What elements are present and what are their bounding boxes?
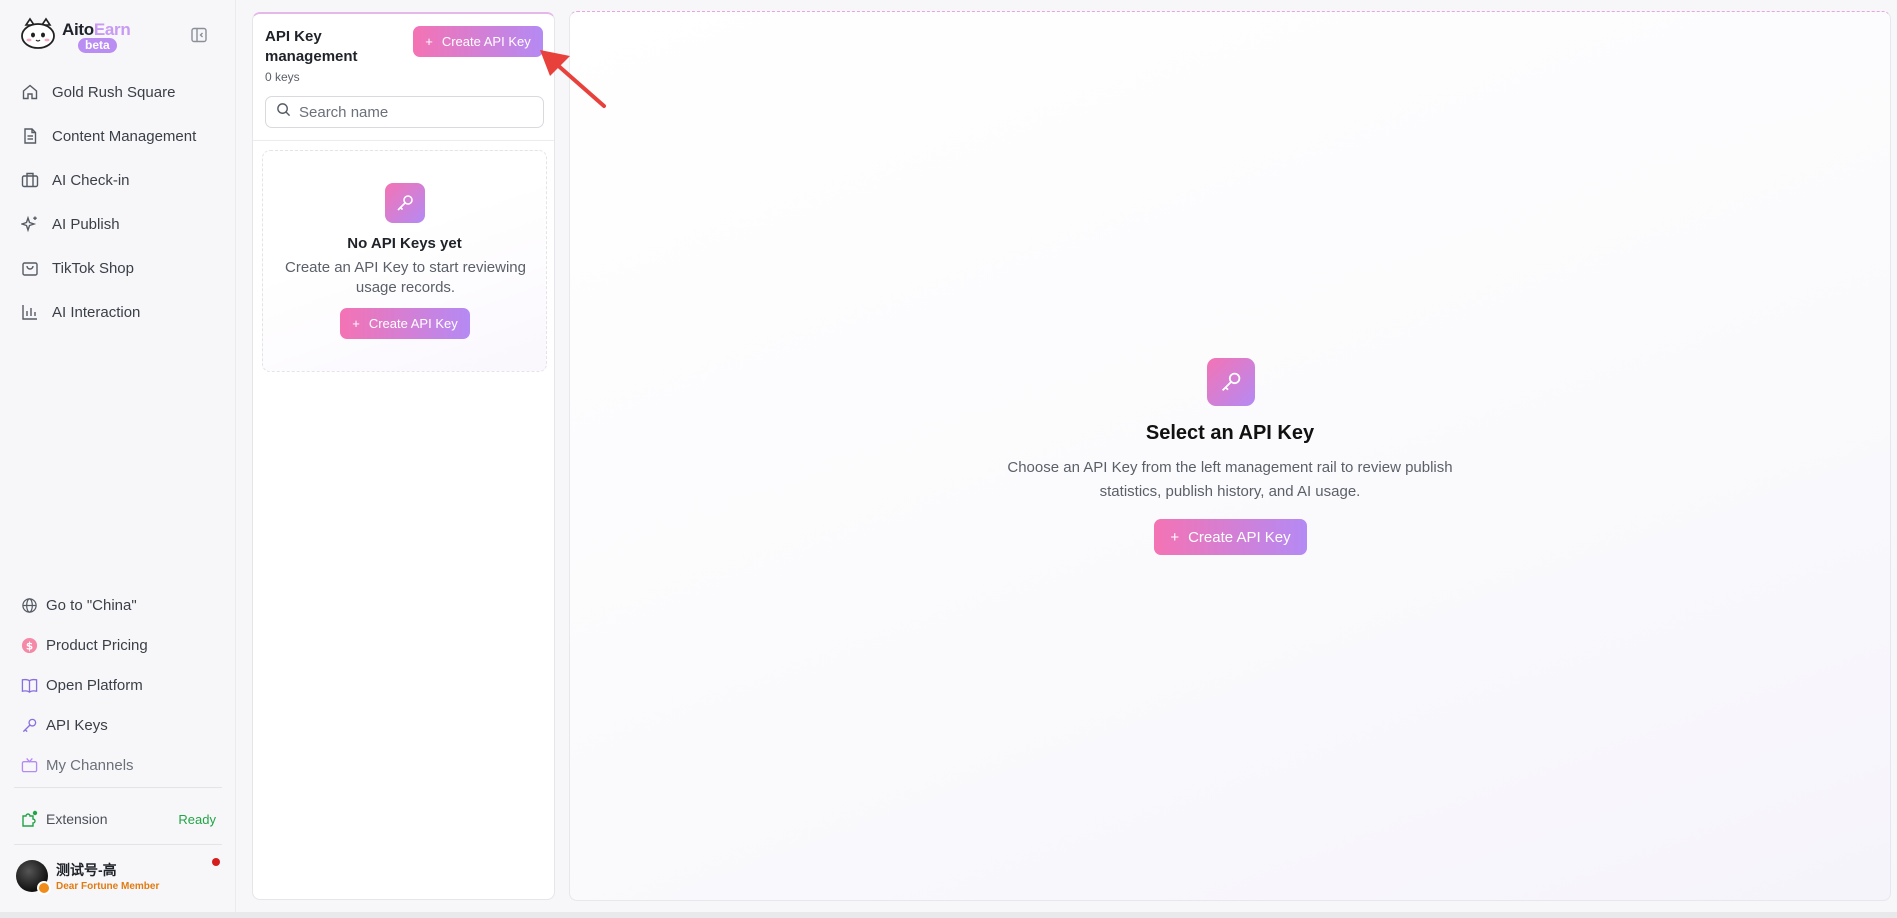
main-nav: Gold Rush Square Content Management AI C…: [0, 70, 236, 334]
nav-label: Gold Rush Square: [52, 83, 176, 101]
nav-item-api-keys[interactable]: API Keys: [0, 705, 236, 745]
extension-label: Extension: [46, 811, 108, 827]
dollar-circle-icon: $: [20, 636, 38, 654]
collapse-sidebar-icon[interactable]: [190, 26, 208, 44]
sparkle-icon: [20, 214, 40, 234]
nav-label: API Keys: [46, 716, 108, 734]
placeholder-title: Select an API Key: [1145, 422, 1315, 444]
home-icon: [20, 82, 40, 102]
nav-item-my-channels[interactable]: My Channels: [0, 745, 236, 785]
nav-item-go-to-china[interactable]: Go to "China": [0, 585, 236, 625]
plus-icon: +: [1170, 528, 1180, 546]
plus-icon: +: [425, 34, 433, 49]
nav-item-gold-rush-square[interactable]: Gold Rush Square: [0, 70, 236, 114]
key-icon: [385, 183, 425, 223]
nav-label: Product Pricing: [46, 636, 148, 654]
api-key-rail: API Key management 0 keys + Create API K…: [252, 12, 555, 900]
key-icon: [20, 716, 38, 734]
nav-item-content-management[interactable]: Content Management: [0, 114, 236, 158]
cat-logo-icon: [18, 17, 60, 51]
placeholder-description: Choose an API Key from the left manageme…: [1007, 459, 1453, 500]
book-open-icon: [20, 676, 38, 694]
bar-chart-icon: [20, 302, 40, 322]
user-name: 测试号-高: [56, 862, 117, 878]
search-icon: [276, 102, 291, 122]
logo[interactable]: AitoEarn beta: [18, 17, 131, 53]
divider: [14, 787, 222, 788]
key-count: 0 keys: [265, 70, 300, 84]
briefcase-icon: [20, 170, 40, 190]
nav-label: TikTok Shop: [52, 259, 134, 277]
nav-label: Go to "China": [46, 596, 137, 614]
member-badge-icon: [37, 881, 51, 895]
beta-badge: beta: [78, 38, 117, 53]
divider: [253, 140, 554, 141]
user-profile[interactable]: 测试号-高 Dear Fortune Member: [16, 858, 222, 895]
globe-icon: [20, 596, 38, 614]
nav-item-ai-check-in[interactable]: AI Check-in: [0, 158, 236, 202]
empty-state-card: No API Keys yet Create an API Key to sta…: [262, 150, 547, 372]
create-api-key-button[interactable]: + Create API Key: [1154, 519, 1307, 555]
notification-dot: [212, 858, 220, 866]
empty-state-title: No API Keys yet: [347, 235, 462, 252]
plus-icon: +: [352, 316, 360, 331]
create-api-key-button[interactable]: + Create API Key: [340, 308, 470, 339]
secondary-nav: Go to "China" $ Product Pricing Open Pla…: [0, 585, 236, 785]
avatar: [16, 860, 51, 895]
sidebar: AitoEarn beta Gold Rush Square Content M…: [0, 0, 236, 912]
window-bottom-edge: [0, 912, 1897, 918]
nav-item-ai-interaction[interactable]: AI Interaction: [0, 290, 236, 334]
extension-ready-badge: Ready: [178, 811, 216, 827]
nav-label: Content Management: [52, 127, 197, 145]
api-key-detail-panel: Select an API Key Choose an API Key from…: [569, 11, 1891, 901]
tv-icon: [20, 756, 38, 774]
nav-label: AI Publish: [52, 215, 120, 233]
rail-title: API Key management: [265, 28, 358, 65]
annotation-arrow-icon: [536, 48, 608, 115]
brand-name: AitoEarn beta: [62, 20, 131, 53]
nav-label: AI Interaction: [52, 303, 141, 321]
puzzle-icon: [20, 810, 38, 828]
key-icon: [1207, 358, 1255, 406]
nav-label: My Channels: [46, 756, 134, 774]
search-box[interactable]: [265, 96, 544, 128]
create-api-key-button[interactable]: + Create API Key: [413, 26, 543, 57]
nav-label: AI Check-in: [52, 171, 130, 189]
nav-item-ai-publish[interactable]: AI Publish: [0, 202, 236, 246]
document-icon: [20, 126, 40, 146]
shopping-bag-icon: [20, 258, 40, 278]
nav-item-open-platform[interactable]: Open Platform: [0, 665, 236, 705]
nav-item-product-pricing[interactable]: $ Product Pricing: [0, 625, 236, 665]
nav-label: Open Platform: [46, 676, 143, 694]
user-tier: Dear Fortune Member: [56, 881, 160, 892]
svg-text:$: $: [25, 640, 32, 652]
empty-state-description: Create an API Key to start reviewing usa…: [285, 259, 526, 296]
divider: [14, 844, 222, 845]
extension-status[interactable]: Extension Ready: [20, 806, 216, 832]
search-input[interactable]: [299, 103, 529, 121]
nav-item-tiktok-shop[interactable]: TikTok Shop: [0, 246, 236, 290]
